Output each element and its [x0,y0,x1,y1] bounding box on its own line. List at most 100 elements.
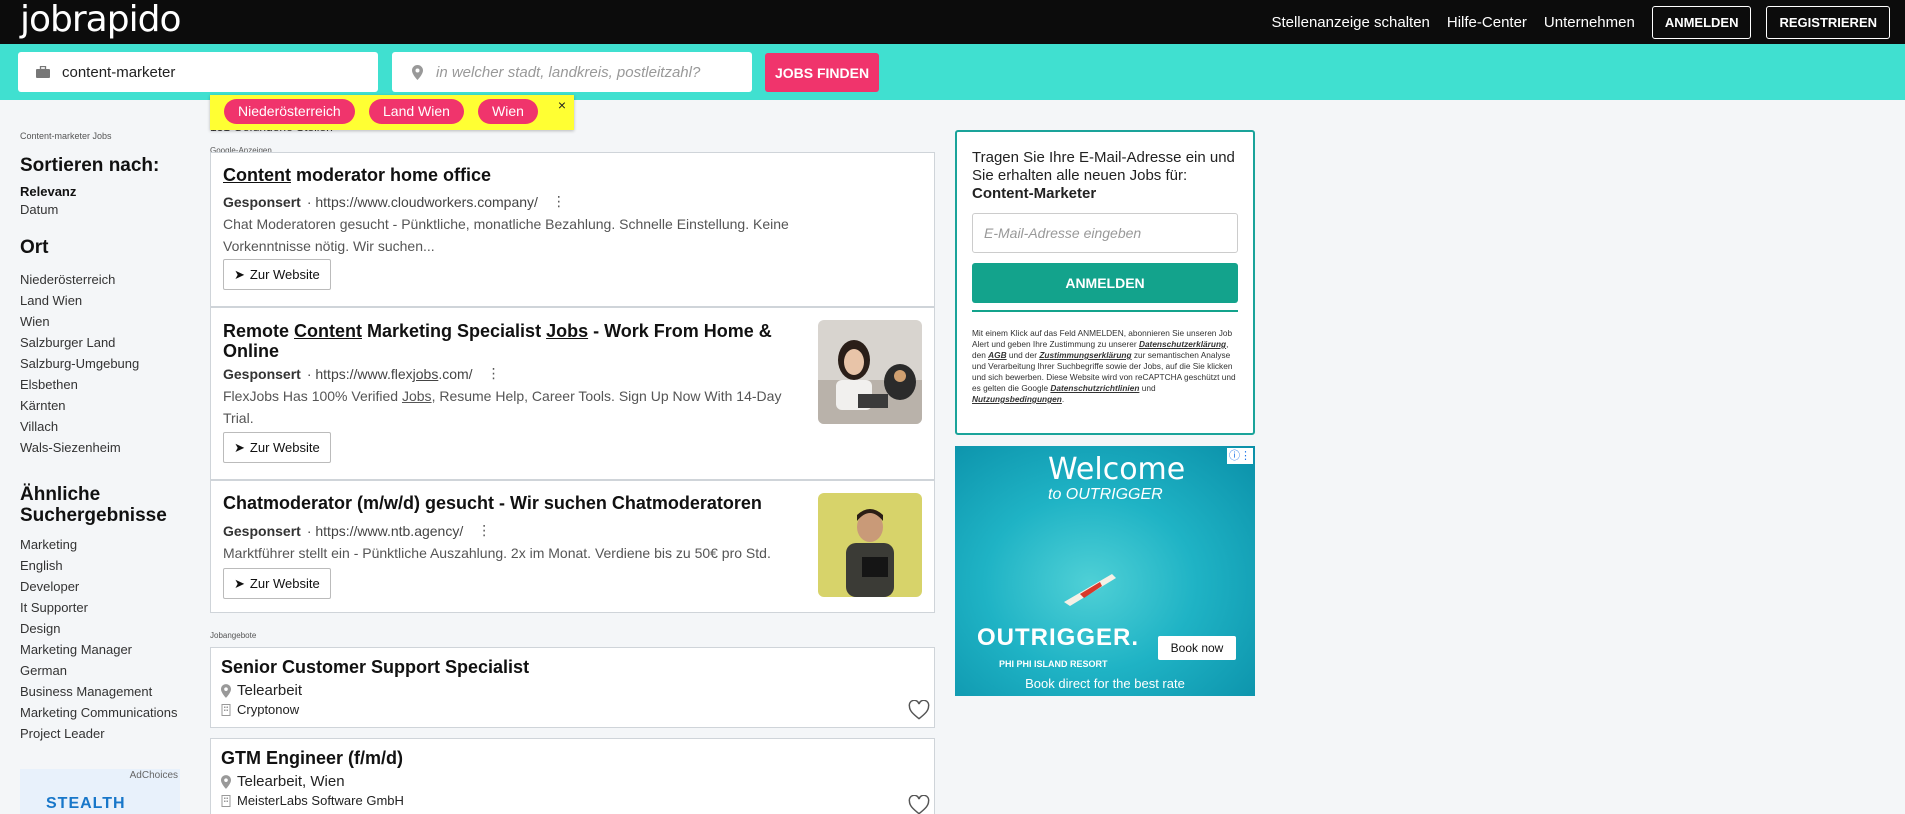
location-filter-item[interactable]: Niederösterreich [20,269,190,290]
visit-website-button[interactable]: ➤ Zur Website [223,432,331,463]
similar-search-item[interactable]: Design [20,618,190,639]
visit-website-button[interactable]: ➤ Zur Website [223,568,331,599]
ad-title[interactable]: Chatmoderator (m/w/d) gesucht - Wir such… [223,493,762,513]
ad-description: FlexJobs Has 100% Verified Jobs, Resume … [223,388,782,426]
subscribe-button[interactable]: ANMELDEN [972,263,1238,303]
similar-search-item[interactable]: English [20,555,190,576]
location-pin-icon [221,774,231,789]
similar-search-item[interactable]: It Supporter [20,597,190,618]
ad-thumbnail-image[interactable] [818,493,922,597]
building-icon [221,703,231,716]
location-suggestions-popup: Niederösterreich Land Wien Wien × [210,95,574,130]
sponsored-label: Gesponsert [223,193,301,210]
google-terms-link[interactable]: Nutzungsbedingungen [972,394,1062,404]
banner-resort: PHI PHI ISLAND RESORT [999,659,1108,669]
location-filter-item[interactable]: Wals-Siezenheim [20,437,190,458]
sidebar-ad-banner[interactable]: AdChoices STEALTH [20,769,180,814]
consent-link[interactable]: Zustimmungserklärung [1039,350,1131,360]
job-card[interactable]: GTM Engineer (f/m/d) Telearbeit, Wien Me… [210,738,935,814]
top-nav: Stellenanzeige schalten Hilfe-Center Unt… [1271,0,1905,44]
more-options-icon[interactable]: ⋮ [552,193,566,210]
job-location: Telearbeit [221,682,302,699]
building-icon [221,794,231,807]
ad-info-icon[interactable]: ⓘ⋮ [1227,448,1253,464]
job-title[interactable]: Senior Customer Support Specialist [221,657,529,678]
ad-title[interactable]: Content moderator home office [223,165,491,185]
similar-search-item[interactable]: German [20,660,190,681]
location-filter-item[interactable]: Salzburger Land [20,332,190,353]
briefcase-icon [32,66,54,78]
nav-post-job-link[interactable]: Stellenanzeige schalten [1271,14,1429,31]
location-filter-item[interactable]: Wien [20,311,190,332]
ad-choices-label[interactable]: AdChoices [130,770,178,781]
arrow-right-icon: ➤ [234,439,245,455]
similar-search-item[interactable]: Business Management [20,681,190,702]
suggestion-chip-wien[interactable]: Wien [478,99,538,124]
suggestion-chip-land-wien[interactable]: Land Wien [369,99,464,124]
sponsored-label: Gesponsert [223,522,301,539]
job-company: Cryptonow [221,702,299,717]
ad-description: Marktführer stellt ein - Pünktliche Ausz… [223,545,771,561]
visit-website-button[interactable]: ➤ Zur Website [223,259,331,290]
location-pin-icon [221,683,231,698]
ad-thumbnail-image[interactable] [818,320,922,424]
privacy-policy-link[interactable]: Datenschutzerklärung [1139,339,1226,349]
nav-companies-link[interactable]: Unternehmen [1544,14,1635,31]
location-filter-item[interactable]: Land Wien [20,290,190,311]
job-alert-keyword: Content-Marketer [972,185,1097,202]
login-button[interactable]: ANMELDEN [1651,5,1752,39]
job-card[interactable]: Senior Customer Support Specialist Telea… [210,647,935,728]
ad-url[interactable]: https://www.ntb.agency/ [315,523,463,539]
ad-url[interactable]: https://www.flexjobs.com/ [315,366,472,382]
nav-help-center-link[interactable]: Hilfe-Center [1447,14,1527,31]
similar-search-item[interactable]: Marketing Communications [20,702,190,723]
sponsored-ad-card: Content moderator home office Gesponsert… [210,152,935,307]
heart-icon[interactable] [908,795,930,814]
similar-search-item[interactable]: Developer [20,576,190,597]
find-jobs-button[interactable]: JOBS FINDEN [765,53,879,92]
breadcrumb: Content-marketer Jobs [20,131,112,141]
similar-search-item[interactable]: Project Leader [20,723,190,744]
outrigger-ad-banner[interactable]: ⓘ⋮ Welcome to OUTRIGGER OUTRIGGER. PHI P… [955,446,1255,696]
divider [972,310,1238,312]
arrow-right-icon: ➤ [234,575,245,591]
more-options-icon[interactable]: ⋮ [487,365,501,382]
location-search-input[interactable] [436,63,726,81]
location-filter-item[interactable]: Salzburg-Umgebung [20,353,190,374]
ad-meta: Gesponsert · https://www.flexjobs.com/ ⋮ [223,365,501,382]
ad-url[interactable]: https://www.cloudworkers.company/ [315,194,538,210]
more-options-icon[interactable]: ⋮ [477,522,491,539]
top-bar: jobrapido Stellenanzeige schalten Hilfe-… [0,0,1905,44]
ad-meta: Gesponsert · https://www.ntb.agency/ ⋮ [223,522,492,539]
job-alert-text: Tragen Sie Ihre E-Mail-Adresse ein und S… [972,149,1242,203]
where-field [392,52,752,92]
google-privacy-link[interactable]: Datenschutzrichtlinien [1050,383,1139,393]
search-bar: JOBS FINDEN [0,44,1905,100]
legal-text: Mit einem Klick auf das Feld ANMELDEN, a… [972,328,1236,404]
ad-description: Chat Moderatoren gesucht - Pünktliche, m… [223,216,789,254]
suggestion-chip-niederoesterreich[interactable]: Niederösterreich [224,99,355,124]
job-offers-label: Jobangebote [210,631,257,640]
boat-icon [1064,574,1116,606]
similar-search-item[interactable]: Marketing Manager [20,639,190,660]
job-search-input[interactable] [62,63,352,81]
what-field [18,52,378,92]
filter-sidebar: Content-marketer Jobs Sortieren nach: Re… [20,128,190,744]
jobrapido-logo[interactable]: jobrapido [20,0,181,40]
heart-icon[interactable] [908,700,930,720]
terms-link[interactable]: AGB [988,350,1006,360]
job-title[interactable]: GTM Engineer (f/m/d) [221,748,403,769]
location-filter-item[interactable]: Villach [20,416,190,437]
book-now-button[interactable]: Book now [1158,636,1236,660]
location-filter-item[interactable]: Elsbethen [20,374,190,395]
location-filter-item[interactable]: Kärnten [20,395,190,416]
similar-search-item[interactable]: Marketing [20,534,190,555]
job-location: Telearbeit, Wien [221,773,345,790]
register-button[interactable]: REGISTRIEREN [1766,5,1890,39]
email-field[interactable] [972,213,1238,253]
job-company: MeisterLabs Software GmbH [221,793,404,808]
ad-title[interactable]: Remote Content Marketing Specialist Jobs… [223,321,793,361]
close-icon[interactable]: × [558,97,566,113]
sort-relevance[interactable]: Relevanz [20,183,190,201]
sort-date[interactable]: Datum [20,201,190,219]
